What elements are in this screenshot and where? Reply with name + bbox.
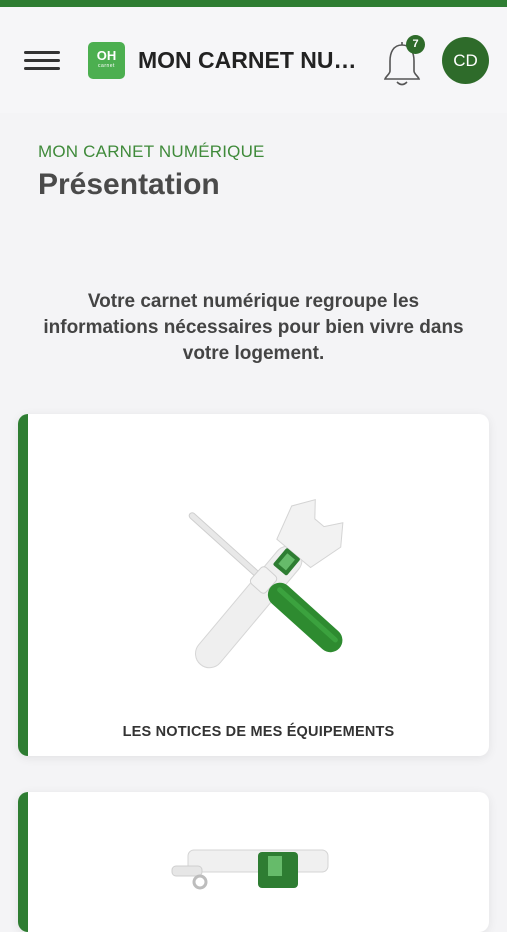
notification-count-badge: 7 (406, 35, 425, 54)
hamburger-menu-icon[interactable] (22, 47, 62, 75)
page-title: Présentation (38, 168, 220, 201)
wrench-screwdriver-illustration (188, 498, 344, 669)
section-eyebrow: MON CARNET NUMÉRIQUE (38, 142, 265, 161)
top-accent-bar (0, 0, 507, 7)
equipment-notices-card[interactable]: LES NOTICES DE MES ÉQUIPEMENTS (18, 414, 489, 756)
equipment-illustration (171, 849, 329, 890)
logo-text: OH (96, 48, 117, 63)
logo-subtext: carnet (98, 63, 115, 69)
app-header: OH carnet MON CARNET NUMÉRIQUE 7 CD (0, 7, 507, 113)
user-avatar[interactable]: CD (442, 37, 489, 84)
card-label: LES NOTICES DE MES ÉQUIPEMENTS (122, 724, 395, 740)
app-logo: OH carnet (88, 42, 125, 79)
notifications-button[interactable]: 7 (378, 35, 428, 87)
intro-text: Votre carnet numérique regroupe les info… (43, 291, 464, 364)
app-title: MON CARNET NUMÉRIQUE (138, 47, 372, 73)
equipment-card-2[interactable] (18, 792, 489, 932)
